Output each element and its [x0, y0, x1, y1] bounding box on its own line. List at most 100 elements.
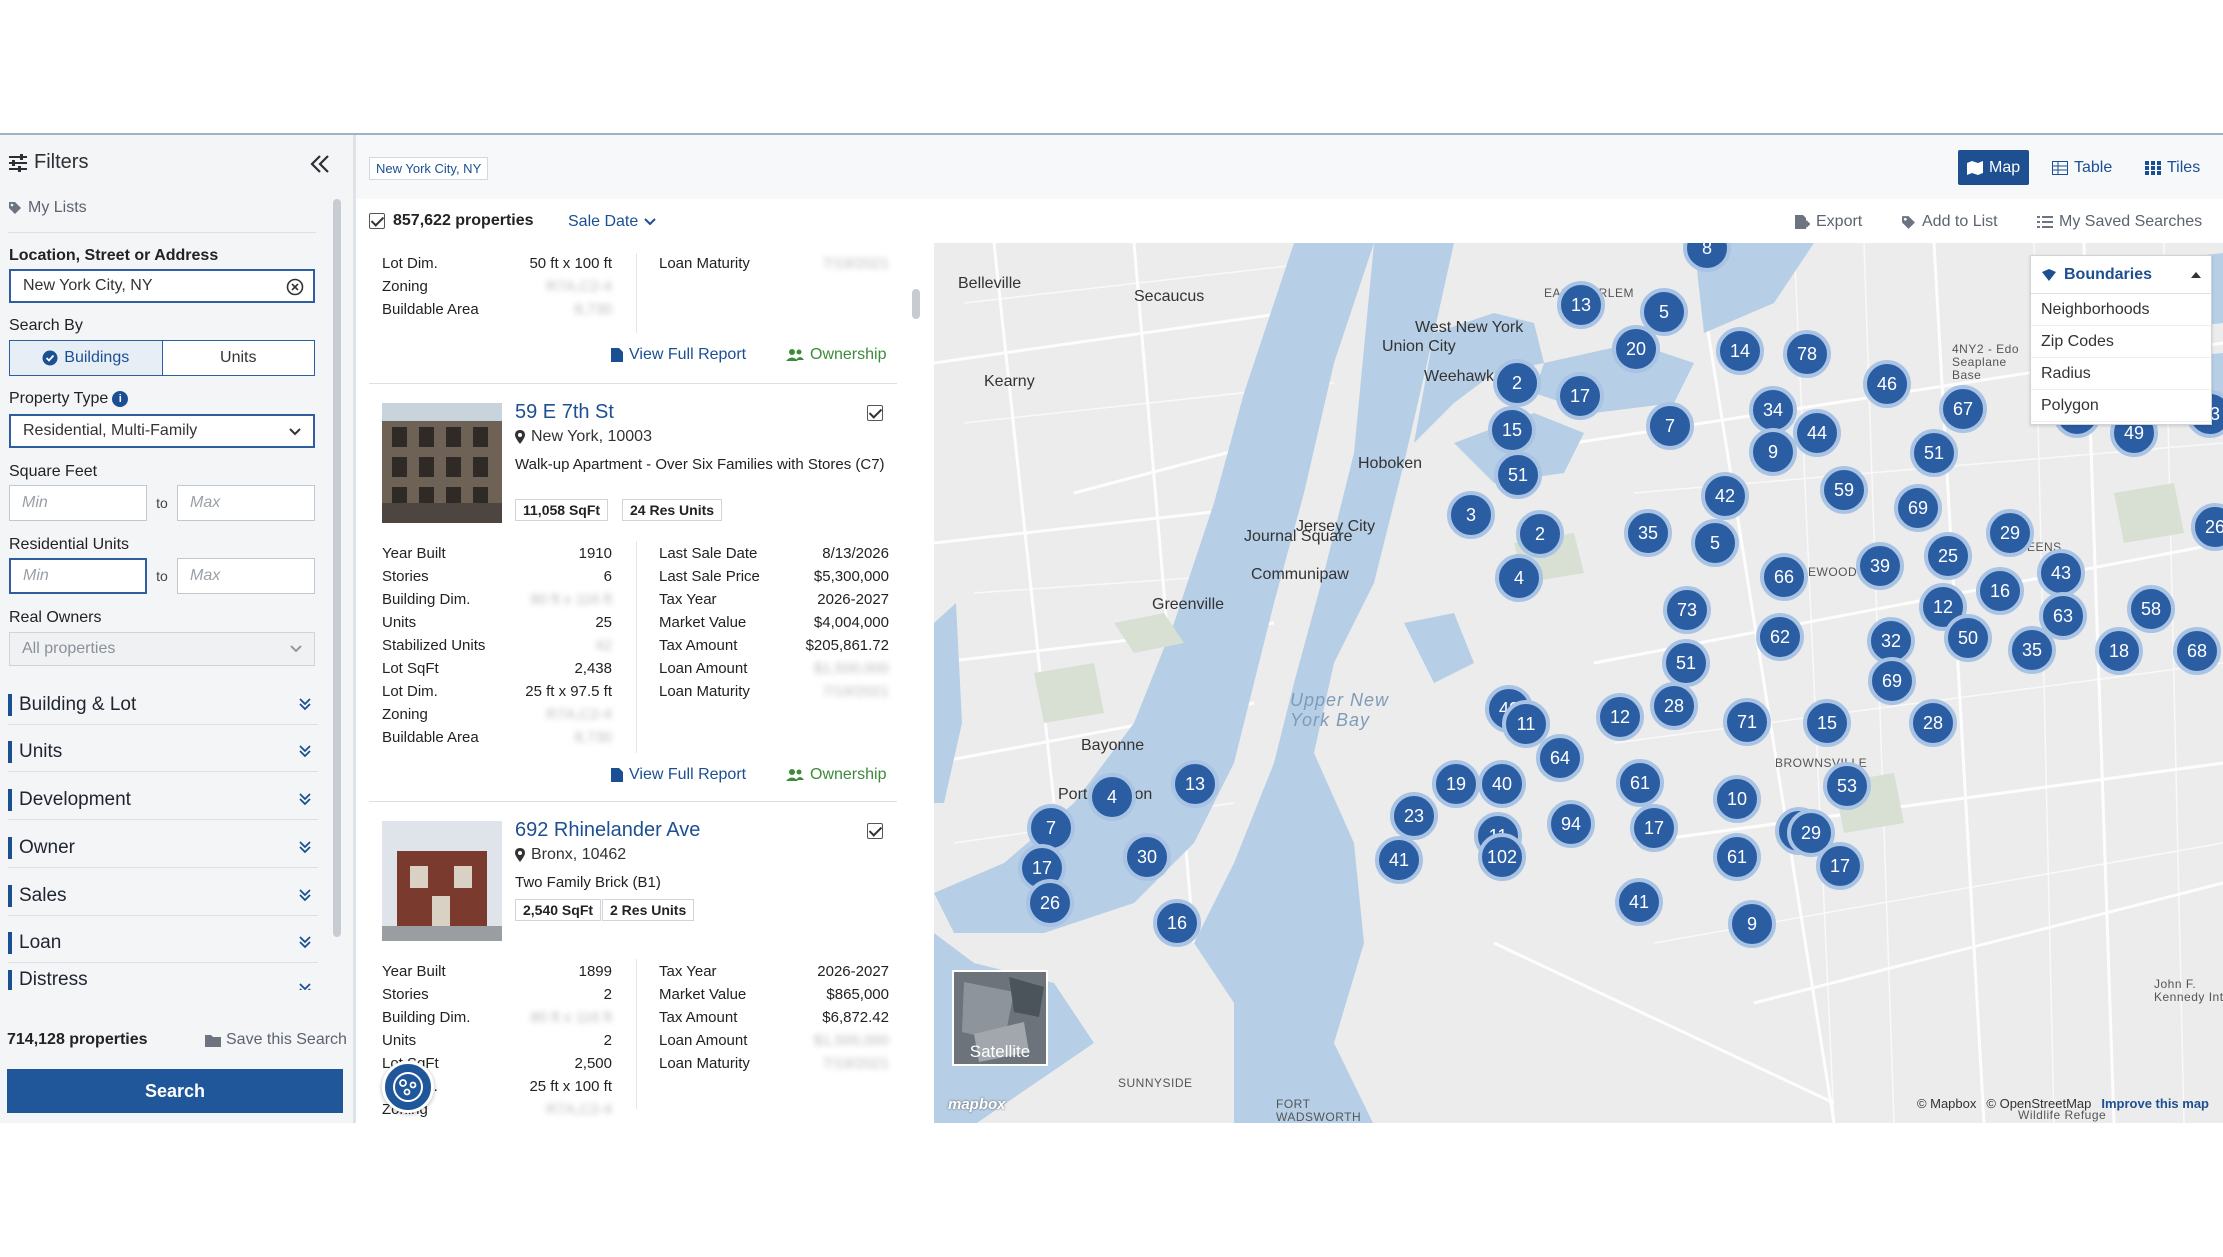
units-max-input[interactable]: Max [177, 558, 315, 594]
sort-dropdown[interactable]: Sale Date [568, 213, 656, 231]
sqft-min-input[interactable]: Min [9, 485, 147, 521]
map-view-button[interactable]: Map [1958, 150, 2030, 185]
map-cluster-marker[interactable]: 12 [1596, 693, 1644, 741]
map-cluster-marker[interactable]: 51 [1910, 429, 1958, 477]
map-cluster-marker[interactable]: 71 [1723, 698, 1771, 746]
property-select-checkbox[interactable] [867, 823, 883, 839]
map-cluster-marker[interactable]: 62 [1756, 613, 1804, 661]
boundary-option-zip-codes[interactable]: Zip Codes [2031, 326, 2211, 358]
real-owners-select[interactable]: All properties [9, 632, 315, 666]
map-cluster-marker[interactable]: 14 [1716, 327, 1764, 375]
osm-attribution-link[interactable]: © OpenStreetMap [1986, 1096, 2091, 1111]
map-cluster-marker[interactable]: 61 [1713, 833, 1761, 881]
boundary-option-radius[interactable]: Radius [2031, 358, 2211, 390]
clear-circle-icon[interactable] [286, 278, 304, 296]
my-lists-link[interactable]: My Lists [8, 199, 87, 217]
map-cluster-marker[interactable]: 5 [1691, 519, 1739, 567]
mapbox-attribution-link[interactable]: © Mapbox [1917, 1096, 1976, 1111]
view-full-report-link[interactable]: View Full Report [611, 346, 746, 364]
map-cluster-marker[interactable]: 69 [1894, 484, 1942, 532]
map-cluster-marker[interactable]: 68 [2173, 627, 2221, 675]
map-cluster-marker[interactable]: 35 [2008, 626, 2056, 674]
property-photo[interactable] [382, 821, 502, 941]
map-cluster-marker[interactable]: 41 [1375, 836, 1423, 884]
map-cluster-marker[interactable]: 28 [1650, 682, 1698, 730]
location-input[interactable]: New York City, NY [9, 269, 315, 303]
map-cluster-marker[interactable]: 17 [1816, 842, 1864, 890]
map-cluster-marker[interactable]: 29 [1986, 509, 2034, 557]
map-cluster-marker[interactable]: 40 [1478, 760, 1526, 808]
map-cluster-marker[interactable]: 51 [1494, 451, 1542, 499]
map-cluster-marker[interactable]: 59 [1820, 466, 1868, 514]
view-full-report-link[interactable]: View Full Report [611, 766, 746, 784]
map-cluster-marker[interactable]: 16 [1153, 899, 1201, 947]
improve-map-link[interactable]: Improve this map [2101, 1096, 2209, 1111]
collapse-panel-icon[interactable] [309, 153, 331, 175]
filter-section-loan[interactable]: Loan [8, 923, 318, 963]
map-cluster-marker[interactable]: 50 [1944, 614, 1992, 662]
ownership-link[interactable]: Ownership [786, 346, 886, 364]
filter-section-owner[interactable]: Owner [8, 828, 318, 868]
filter-section-sales[interactable]: Sales [8, 876, 318, 916]
map-cluster-marker[interactable]: 44 [1793, 409, 1841, 457]
map-cluster-marker[interactable]: 39 [1856, 542, 1904, 590]
map-cluster-marker[interactable]: 17 [1630, 804, 1678, 852]
map-cluster-marker[interactable]: 11 [1502, 700, 1550, 748]
map-cluster-marker[interactable]: 15 [1488, 406, 1536, 454]
map-view[interactable]: Belleville Secaucus West New York Union Cit… [934, 243, 2223, 1123]
units-min-input[interactable]: Min [9, 558, 147, 594]
map-cluster-marker[interactable]: 3 [1447, 491, 1495, 539]
property-select-checkbox[interactable] [867, 405, 883, 421]
map-cluster-marker[interactable]: 28 [1909, 699, 1957, 747]
map-cluster-marker[interactable]: 19 [1432, 760, 1480, 808]
map-cluster-marker[interactable]: 2 [1516, 510, 1564, 558]
table-view-button[interactable]: Table [2043, 150, 2121, 185]
map-cluster-marker[interactable]: 18 [2095, 627, 2143, 675]
add-to-list-button[interactable]: Add to List [1901, 213, 1998, 231]
map-cluster-marker[interactable]: 67 [1939, 385, 1987, 433]
map-cluster-marker[interactable]: 25 [1924, 532, 1972, 580]
tiles-view-button[interactable]: Tiles [2136, 150, 2209, 185]
search-by-units[interactable]: Units [162, 341, 314, 375]
property-type-select[interactable]: Residential, Multi-Family [9, 414, 315, 448]
map-cluster-marker[interactable]: 4 [1495, 554, 1543, 602]
property-address-link[interactable]: 692 Rhinelander Ave [515, 819, 700, 842]
save-search-button[interactable]: Save this Search [205, 1031, 347, 1049]
map-cluster-marker[interactable]: 51 [1662, 639, 1710, 687]
map-cluster-marker[interactable]: 61 [1616, 759, 1664, 807]
map-cluster-marker[interactable]: 41 [1615, 878, 1663, 926]
map-cluster-marker[interactable]: 9 [1749, 428, 1797, 476]
map-cluster-marker[interactable]: 94 [1547, 800, 1595, 848]
filter-section-distress[interactable]: Distress [8, 970, 318, 990]
map-cluster-marker[interactable]: 7 [1646, 402, 1694, 450]
map-cluster-marker[interactable]: 64 [1536, 734, 1584, 782]
map-cluster-marker[interactable]: 35 [1624, 509, 1672, 557]
map-cluster-marker[interactable]: 42 [1701, 472, 1749, 520]
map-cluster-marker[interactable]: 17 [1556, 372, 1604, 420]
map-cluster-marker[interactable]: 53 [1823, 762, 1871, 810]
ownership-link[interactable]: Ownership [786, 766, 886, 784]
select-all-checkbox[interactable] [369, 213, 385, 229]
map-cluster-marker[interactable]: 78 [1783, 330, 1831, 378]
sqft-max-input[interactable]: Max [177, 485, 315, 521]
search-button[interactable]: Search [7, 1069, 343, 1113]
satellite-toggle[interactable]: Satellite [952, 970, 1048, 1066]
export-button[interactable]: Export [1794, 213, 1862, 231]
property-photo[interactable] [382, 403, 502, 523]
map-cluster-marker[interactable]: 13 [1171, 760, 1219, 808]
map-cluster-marker[interactable]: 69 [1868, 657, 1916, 705]
map-cluster-marker[interactable]: 20 [1612, 325, 1660, 373]
map-cluster-marker[interactable]: 4 [1088, 773, 1136, 821]
boundary-option-polygon[interactable]: Polygon [2031, 390, 2211, 422]
map-cluster-marker[interactable]: 15 [1803, 699, 1851, 747]
sidebar-scrollbar[interactable] [333, 199, 341, 937]
boundary-option-neighborhoods[interactable]: Neighborhoods [2031, 294, 2211, 326]
filter-section-units[interactable]: Units [8, 732, 318, 772]
map-cluster-marker[interactable]: 58 [2127, 585, 2175, 633]
map-cluster-marker[interactable]: 73 [1663, 586, 1711, 634]
map-cluster-marker[interactable]: 9 [1728, 900, 1776, 948]
property-address-link[interactable]: 59 E 7th St [515, 401, 614, 424]
mapbox-logo[interactable]: mapbox [948, 1096, 1006, 1113]
filter-section-building-lot[interactable]: Building & Lot [8, 685, 318, 725]
map-cluster-marker[interactable]: 66 [1760, 553, 1808, 601]
